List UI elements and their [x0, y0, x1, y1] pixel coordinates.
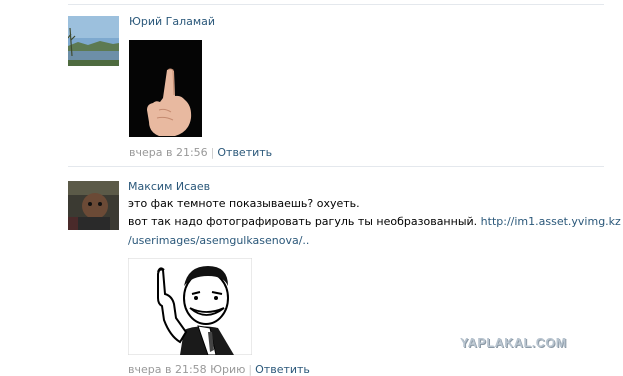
cartoon-man-middle-finger-photo[interactable]: [128, 258, 252, 355]
comment-time-2: вчера в 21:58 Юрию: [128, 363, 246, 376]
reply-button-1[interactable]: Ответить: [217, 146, 272, 159]
comment-text-prefix: вот так надо фотографировать рагуль ты н…: [128, 215, 478, 228]
comment-text-line-3: /userimages/asemgulkasenova/..: [128, 234, 309, 247]
comment-author-1[interactable]: Юрий Галамай: [129, 15, 215, 28]
reply-button-2[interactable]: Ответить: [255, 363, 310, 376]
comment-time-1: вчера в 21:56: [129, 146, 208, 159]
comment-link-part-2[interactable]: /userimages/asemgulkasenova/..: [128, 234, 309, 247]
middle-finger-photo[interactable]: [129, 40, 202, 137]
meta-separator-1: |: [210, 146, 215, 159]
comment-meta-1: вчера в 21:56 | Ответить: [129, 146, 272, 159]
comment-text-line-1: это фак темноте показываешь? охуеть.: [128, 197, 360, 210]
comment-link-part-1[interactable]: http://im1.asset.yvimg.kz: [481, 215, 621, 228]
author-avatar-2[interactable]: [68, 181, 119, 230]
comment-author-2[interactable]: Максим Исаев: [128, 180, 210, 193]
comment-divider-top: [68, 4, 604, 5]
comment-divider: [68, 166, 604, 167]
comment-meta-2: вчера в 21:58 Юрию | Ответить: [128, 363, 310, 376]
author-avatar-1[interactable]: [68, 16, 119, 66]
meta-separator-2: |: [248, 363, 253, 376]
comment-text-line-2: вот так надо фотографировать рагуль ты н…: [128, 215, 621, 228]
site-watermark: YAPLAKAL.COM: [460, 336, 567, 350]
